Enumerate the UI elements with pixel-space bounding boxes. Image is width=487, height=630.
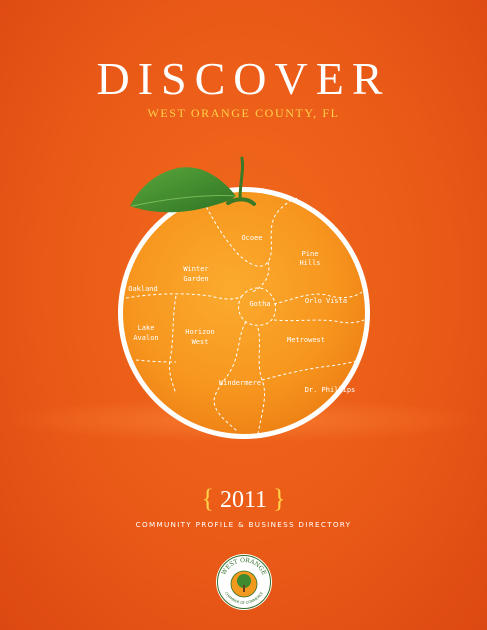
year-brace-left: { <box>201 484 214 513</box>
seal-tree-trunk <box>243 585 245 592</box>
orange-map-illustration: Ocoee Pine Hills Winter Garden Oakland G… <box>3 156 483 442</box>
label-horizon-west-line1: Horizon <box>185 328 215 336</box>
label-lake-avalon-line1: Lake <box>138 324 155 332</box>
label-pine-hills-line1: Pine <box>302 250 319 258</box>
label-orlo-vista: Orlo Vista <box>305 297 347 305</box>
label-winter-garden-line2: Garden <box>183 275 208 283</box>
orange-fruit <box>123 192 365 434</box>
label-ocoee: Ocoee <box>241 234 262 242</box>
label-metrowest: Metrowest <box>287 336 325 344</box>
label-lake-avalon-line2: Avalon <box>133 334 158 342</box>
year-brace-right: } <box>273 484 286 513</box>
label-windermere: Windermere <box>219 379 261 387</box>
label-gotha: Gotha <box>249 300 270 308</box>
label-winter-garden-line1: Winter <box>183 265 208 273</box>
cover-tagline: COMMUNITY PROFILE & BUSINESS DIRECTORY <box>135 520 352 529</box>
label-horizon-west-line2: West <box>192 338 209 346</box>
chamber-seal-logo: WEST ORANGE CHAMBER OF COMMERCE <box>216 554 272 610</box>
label-dr-phillips: Dr. Phillips <box>305 386 356 394</box>
label-oakland: Oakland <box>128 285 158 293</box>
label-pine-hills-line2: Hills <box>299 259 320 267</box>
edition-year: { 2011 } <box>0 484 487 514</box>
year-text: 2011 <box>219 487 268 513</box>
